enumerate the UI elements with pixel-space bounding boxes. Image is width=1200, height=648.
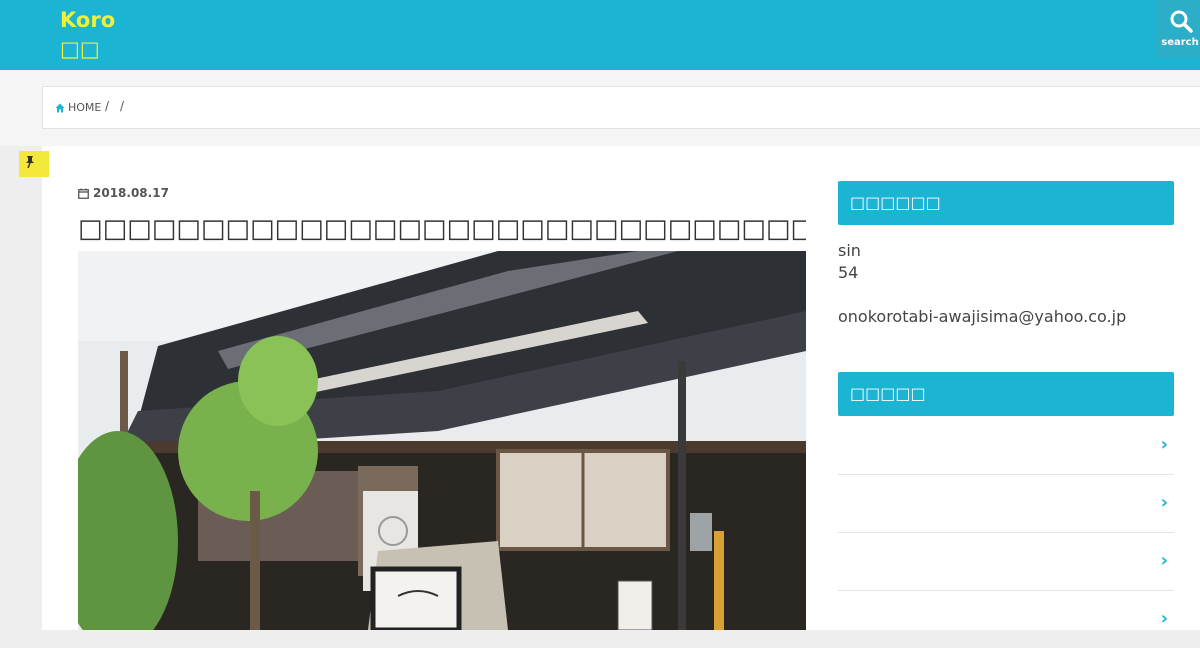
logo-line-2: □□ — [60, 37, 100, 61]
site-header: Koro □□ search — [0, 0, 1200, 70]
post-date: 2018.08.17 — [78, 186, 169, 200]
logo-line-1: Koro — [60, 8, 116, 32]
sidebar-list-item[interactable]: › — [838, 475, 1174, 533]
profile-widget: sin 54 onokorotabi-awajisima@yahoo.co.jp — [838, 240, 1126, 328]
profile-age: 54 — [838, 263, 859, 282]
breadcrumb-separator: / — [120, 99, 125, 113]
chevron-right-icon: › — [1160, 550, 1168, 571]
profile-spacer — [838, 284, 1126, 306]
chevron-right-icon: › — [1160, 434, 1168, 455]
profile-email[interactable]: onokorotabi-awajisima@yahoo.co.jp — [838, 306, 1126, 328]
breadcrumb-area: HOME / / — [0, 70, 1200, 146]
site-logo[interactable]: Koro □□ — [60, 6, 115, 64]
chevron-right-icon: › — [1160, 492, 1168, 513]
sidebar-list-item[interactable]: › — [838, 591, 1174, 648]
calendar-icon — [78, 188, 89, 199]
search-label: search — [1161, 37, 1199, 48]
profile-name: sin — [838, 241, 861, 260]
home-icon — [55, 103, 65, 112]
search-icon — [1170, 10, 1193, 33]
breadcrumb-home-link[interactable]: HOME — [55, 101, 101, 114]
post-title[interactable]: □□□□□□□□□□□□□□□□□□□□□□□□□□□□□□□□□□□ — [78, 212, 806, 246]
breadcrumb-home-label: HOME — [68, 101, 102, 114]
breadcrumb-separator: / — [105, 99, 110, 113]
breadcrumb: HOME / / — [42, 86, 1200, 129]
sidebar-list-item[interactable]: › — [838, 533, 1174, 591]
search-button[interactable]: search — [1155, 0, 1200, 58]
widget-title-profile: □□□□□□ — [838, 181, 1174, 225]
pin-icon — [23, 155, 37, 172]
hero-photo — [78, 251, 806, 630]
chevron-right-icon: › — [1160, 608, 1168, 629]
post-hero-image[interactable] — [78, 251, 806, 630]
widget-title-categories: □□□□□ — [838, 372, 1174, 416]
sticky-post-badge — [19, 151, 49, 177]
sidebar-list-item[interactable]: › — [838, 417, 1174, 475]
post-date-text: 2018.08.17 — [93, 186, 169, 200]
